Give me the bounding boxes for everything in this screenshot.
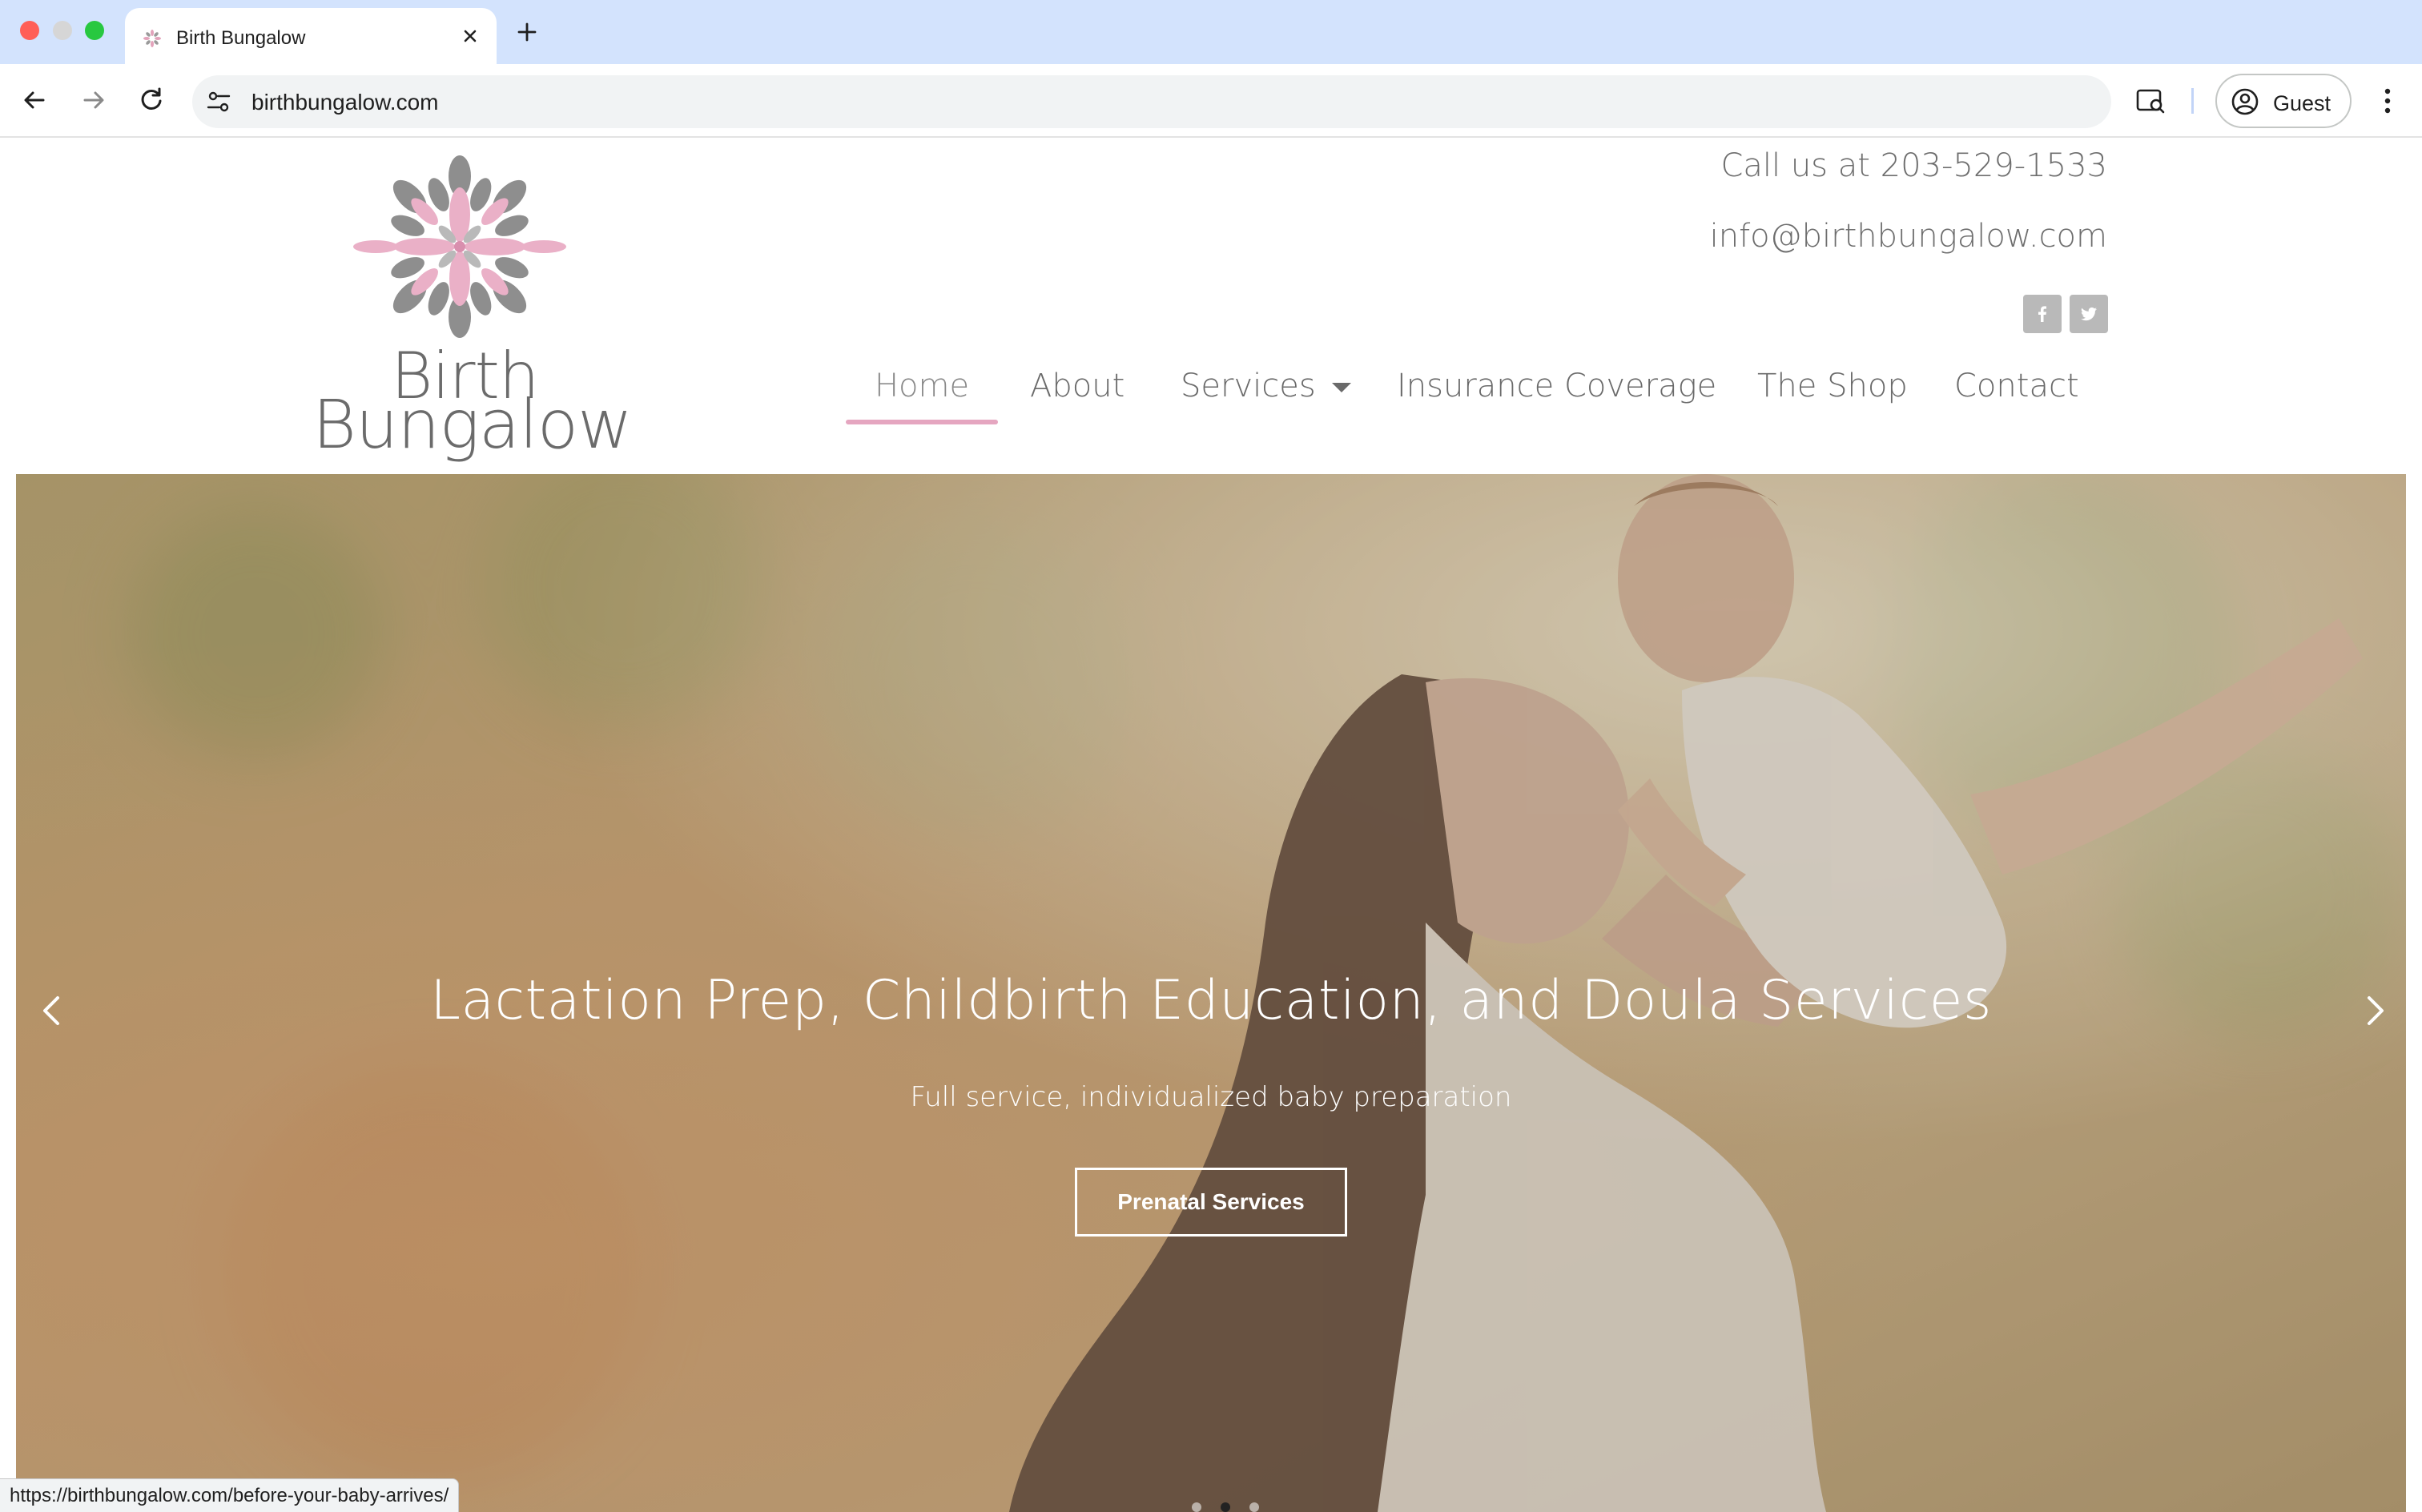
logo-text-bungalow: Bungalow <box>312 385 633 464</box>
dropdown-caret-icon <box>1331 383 1351 392</box>
nav-services-label: Services <box>1181 368 1316 404</box>
nav-insurance-label: Insurance Coverage <box>1397 368 1717 404</box>
link-status-bubble: https://birthbungalow.com/before-your-ba… <box>0 1478 460 1512</box>
nav-home-label: Home <box>874 368 970 404</box>
browser-tab-strip: Birth Bungalow <box>0 0 2422 64</box>
flower-logo-icon <box>353 155 566 338</box>
site-header: Birth Bungalow Call us at 203-529-1533 i… <box>0 138 2422 474</box>
nav-contact[interactable]: Contact <box>1954 360 2079 424</box>
reload-icon[interactable] <box>135 83 168 117</box>
main-navigation: Home About Services Insurance Coverage T… <box>846 360 2111 424</box>
twitter-button[interactable] <box>2070 295 2108 333</box>
toolbar-divider <box>2191 88 2194 114</box>
window-close-button[interactable] <box>20 21 39 40</box>
hero-heading: Lactation Prep, Childbirth Education, an… <box>430 969 1992 1032</box>
hero-slider: Lactation Prep, Childbirth Education, an… <box>16 474 2406 1512</box>
facebook-icon <box>2038 306 2046 322</box>
phone-link[interactable]: Call us at 203-529-1533 <box>1720 147 2107 184</box>
nav-about[interactable]: About <box>1030 360 1124 424</box>
twitter-icon <box>2081 307 2097 321</box>
window-minimize-button[interactable] <box>53 21 72 40</box>
window-maximize-button[interactable] <box>85 21 104 40</box>
nav-home[interactable]: Home <box>846 360 998 424</box>
hero-subheading: Full service, individualized baby prepar… <box>910 1081 1512 1113</box>
site-logo[interactable]: Birth Bungalow <box>304 152 633 458</box>
tab-title: Birth Bungalow <box>176 27 306 49</box>
back-icon[interactable] <box>18 83 51 117</box>
slider-dot-1[interactable] <box>1192 1502 1201 1512</box>
profile-icon <box>2231 88 2259 115</box>
address-bar[interactable]: birthbungalow.com <box>192 75 2111 128</box>
slider-dot-2[interactable] <box>1221 1502 1230 1512</box>
nav-contact-label: Contact <box>1954 368 2079 404</box>
slider-dot-3[interactable] <box>1249 1502 1259 1512</box>
browser-toolbar: birthbungalow.com Guest <box>0 64 2422 138</box>
favicon-icon <box>143 30 161 47</box>
browser-tab[interactable]: Birth Bungalow <box>125 8 497 64</box>
forward-icon[interactable] <box>77 83 111 117</box>
nav-insurance-coverage[interactable]: Insurance Coverage <box>1397 360 1716 424</box>
tab-close-icon[interactable] <box>458 24 482 48</box>
prenatal-services-button[interactable]: Prenatal Services <box>1075 1168 1347 1237</box>
site-info-icon[interactable] <box>205 88 232 115</box>
nav-about-label: About <box>1030 368 1125 404</box>
more-options-icon[interactable] <box>2371 83 2404 119</box>
email-link[interactable]: info@birthbungalow.com <box>1710 218 2107 255</box>
url-text: birthbungalow.com <box>251 90 439 115</box>
active-nav-underline <box>846 420 998 424</box>
nav-the-shop[interactable]: The Shop <box>1757 360 1908 424</box>
slider-pagination <box>1176 1502 1259 1512</box>
nav-shop-label: The Shop <box>1757 368 1908 404</box>
new-tab-icon[interactable] <box>513 18 541 46</box>
profile-button[interactable]: Guest <box>2215 74 2352 128</box>
profile-label: Guest <box>2273 91 2331 115</box>
search-lens-icon[interactable] <box>2134 83 2169 119</box>
facebook-button[interactable] <box>2023 295 2062 333</box>
nav-services[interactable]: Services <box>1181 360 1351 424</box>
